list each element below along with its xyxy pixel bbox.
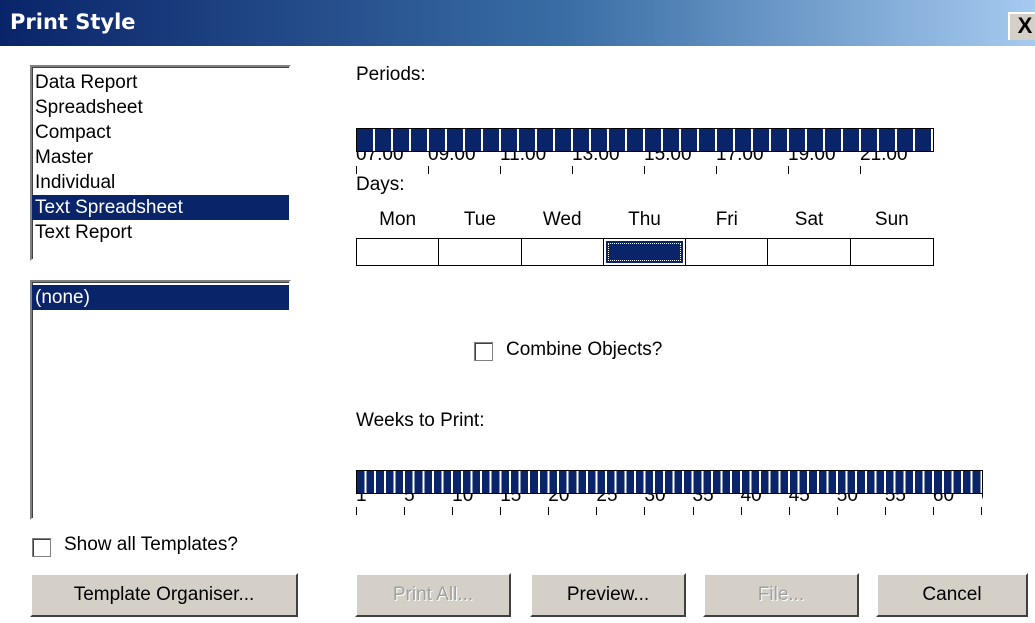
day-cell-thu[interactable]: Thu [604,209,687,265]
show-all-templates-label[interactable]: Show all Templates? [64,534,238,556]
preview-label: Preview... [566,584,650,605]
dialog-body: Data Report Spreadsheet Compact Master Indiv… [0,46,1035,623]
scale-tick-mark [644,507,646,515]
scale-tick-mark [500,507,502,515]
days-label: Days: [356,174,405,195]
window-title: Print Style [10,10,136,34]
file-button[interactable]: File... [703,573,859,617]
scale-tick-mark [428,166,429,174]
style-list-item[interactable]: Spreadsheet [32,95,289,120]
cancel-button[interactable]: Cancel [876,573,1028,617]
scale-tick-mark [788,166,789,174]
day-label: Wed [542,209,582,230]
day-label: Sat [794,209,824,230]
print-style-list[interactable]: Data Report Spreadsheet Compact Master Indiv… [30,65,291,261]
scale-tick-mark [981,507,982,515]
scale-tick-mark [644,166,645,174]
template-organiser-button[interactable]: Template Organiser... [30,573,298,617]
combine-objects-label[interactable]: Combine Objects? [506,339,662,361]
scale-tick-mark [500,166,501,174]
style-list-item[interactable]: Data Report [32,70,289,95]
scale-tick-mark [740,507,742,515]
periods-label: Periods: [356,64,426,85]
print-all-button[interactable]: Print All... [355,573,511,617]
day-cell-mon[interactable]: Mon [357,209,440,265]
scale-tick-mark [860,166,861,174]
scale-tick-mark [356,507,357,515]
day-cell-tue[interactable]: Tue [439,209,522,265]
style-list-item[interactable]: Text Report [32,220,289,245]
style-list-item[interactable]: Compact [32,120,289,145]
scale-tick-mark [356,166,357,174]
scale-tick-mark [572,166,573,174]
weeks-label: Weeks to Print: [356,410,485,431]
style-list-item[interactable]: Master [32,145,289,170]
scale-tick-mark [716,166,717,174]
day-cell-fri[interactable]: Fri [686,209,769,265]
periods-bar[interactable] [356,128,934,152]
show-all-templates-checkbox[interactable] [32,538,51,557]
style-list-item[interactable]: Individual [32,170,289,195]
close-button[interactable]: X [1008,12,1035,40]
style-list-item[interactable]: Text Spreadsheet [32,195,289,220]
scale-tick-mark [932,507,934,515]
title-bar[interactable]: Print Style X [0,0,1035,46]
file-label: File... [757,584,805,605]
preview-button[interactable]: Preview... [530,573,686,617]
scale-tick-mark [836,507,838,515]
day-cell-sun[interactable]: Sun [851,209,933,265]
combine-objects-checkbox[interactable] [474,342,493,361]
print-style-dialog: Print Style X Data Report Spreadsheet Comp… [0,0,1035,623]
scale-tick-mark [692,507,694,515]
day-selection-fill [605,241,684,263]
scale-tick-mark [404,507,406,515]
day-label: Fri [715,209,738,230]
day-cell-wed[interactable]: Wed [522,209,604,265]
day-cell-sat[interactable]: Sat [768,209,851,265]
day-label: Sun [874,209,909,230]
day-label: Tue [463,209,496,230]
scale-tick-mark [884,507,886,515]
template-list-item[interactable]: (none) [32,285,289,310]
close-icon: X [1017,13,1033,38]
template-list[interactable]: (none) [30,280,291,520]
weeks-bar[interactable] [356,470,983,494]
template-organiser-label: Template Organiser... [73,584,255,605]
days-selector[interactable]: Mon Tue Wed Thu Fri Sat Sun [356,209,934,266]
scale-tick-mark [596,507,598,515]
print-all-label: Print All... [392,584,474,605]
scale-tick-mark [548,507,550,515]
scale-tick-mark [788,507,790,515]
cancel-label: Cancel [922,584,982,605]
scale-tick-mark [452,507,454,515]
day-label: Thu [628,209,661,230]
day-label: Mon [379,209,417,230]
